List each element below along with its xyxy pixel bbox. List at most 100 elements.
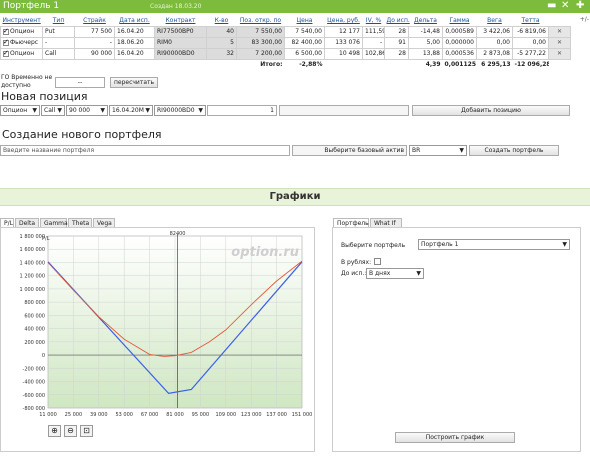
contract-select-value: RI90000BD0 <box>157 107 195 114</box>
chevron-down-icon: ▼ <box>459 147 464 154</box>
row-checkbox[interactable] <box>3 38 9 46</box>
minimize-icon[interactable]: ▬ <box>547 0 556 11</box>
x-tick-label: 25 000 <box>65 412 83 418</box>
instrument-select-value: Опцион <box>3 107 28 114</box>
x-tick-label: 137 000 <box>266 412 287 418</box>
table-row[interactable]: Опцион Put77 50016.04.20RI77500BP0407 550… <box>0 25 571 38</box>
close-window-icon[interactable]: ✕ <box>561 0 569 11</box>
totals-vega: 6 295,13 <box>481 61 511 69</box>
cell-price: 6 500,00 <box>284 47 325 60</box>
table-row[interactable]: Фьючерс--18.06.20RIM0583 300,0082 400,00… <box>0 36 571 49</box>
type-select[interactable]: Call ▼ <box>41 105 65 116</box>
date-select[interactable]: 16.04.20M ▼ <box>109 105 153 116</box>
current-price-label: 82400 <box>170 231 186 237</box>
y-tick-label: 200 000 <box>24 340 45 346</box>
x-tick-label: 81 000 <box>166 412 184 418</box>
column-header[interactable]: Тетта <box>513 15 549 26</box>
column-header[interactable]: К-во <box>207 15 237 26</box>
column-header[interactable]: Дата исп. <box>115 15 155 26</box>
created-date: Создан 18.03.20 <box>150 3 202 10</box>
totals-delta: 4,39 <box>425 61 441 69</box>
y-tick-label: 1 400 000 <box>20 260 45 266</box>
create-portfolio-button[interactable]: Создать портфель <box>469 145 559 156</box>
rub-label: В рублях: <box>341 259 372 266</box>
table-row[interactable]: Опцион Call90 00016.04.20RI90000BD0327 20… <box>0 47 571 60</box>
cell-date: 16.04.20 <box>114 25 155 38</box>
new-portfolio-title: Создание нового портфеля <box>2 128 162 141</box>
column-header[interactable]: Контракт <box>155 15 207 26</box>
cell-instrument-text: Фьючерс <box>10 39 39 46</box>
pl-chart: -800 000-600 000-400 000-200 0000200 000… <box>20 231 313 418</box>
cell-open: 7 200,00 <box>236 47 285 60</box>
column-header[interactable]: Дельта <box>409 15 443 26</box>
charts-section-bar: Графики <box>0 188 590 206</box>
y-tick-label: 1 000 000 <box>20 287 45 293</box>
y-axis-label: P/L <box>42 236 50 242</box>
date-select-value: 16.04.20M <box>112 107 144 114</box>
recalc-button[interactable]: пересчитать <box>110 77 158 88</box>
cell-qty: 5 <box>206 36 237 49</box>
close-icon[interactable]: ✕ <box>548 36 571 49</box>
contract-select[interactable]: RI90000BD0 ▼ <box>154 105 206 116</box>
column-header[interactable]: Страйк <box>75 15 115 26</box>
column-header-spacer <box>549 15 571 26</box>
build-chart-button[interactable]: Построить график <box>395 432 515 443</box>
y-tick-label: 1 200 000 <box>20 274 45 280</box>
column-header[interactable]: Цена, руб. <box>325 15 363 26</box>
add-icon[interactable]: ✚ <box>576 0 584 11</box>
type-select-value: Call <box>44 107 56 114</box>
cell-gamma: 0,000589 <box>442 25 477 38</box>
totals-label: Итого: <box>260 61 283 69</box>
go-value: -- <box>55 77 105 88</box>
column-header[interactable]: Инструмент <box>1 15 43 26</box>
chevron-down-icon: ▼ <box>32 107 37 114</box>
column-header[interactable]: Тип <box>43 15 75 26</box>
cell-iv: - <box>362 36 385 49</box>
column-header[interactable]: Гамма <box>443 15 477 26</box>
close-icon[interactable]: ✕ <box>548 47 571 60</box>
expand-hint[interactable]: +/- <box>580 16 589 23</box>
portfolio-select[interactable]: Портфель 1 ▼ <box>418 239 570 250</box>
cell-date: 18.06.20 <box>114 36 155 49</box>
instrument-select[interactable]: Опцион ▼ <box>0 105 40 116</box>
y-tick-label: 800 000 <box>24 300 45 306</box>
cell-strike: 90 000 <box>74 47 115 60</box>
zoom-fit-icon[interactable]: ⊡ <box>80 425 93 437</box>
column-header[interactable]: IV, % <box>363 15 385 26</box>
column-header[interactable]: До исп. <box>385 15 410 26</box>
strike-select[interactable]: 90 000 ▼ <box>66 105 108 116</box>
cell-theta: -6 819,06 <box>512 25 549 38</box>
y-tick-label: 0 <box>42 353 45 359</box>
close-icon[interactable]: ✕ <box>548 25 571 38</box>
totals-theta: -12 096,28 <box>514 61 549 69</box>
y-tick-label: -600 000 <box>23 393 45 399</box>
watermark: option.ru <box>231 245 299 260</box>
expiry-label: До исп.: <box>341 270 367 277</box>
row-checkbox[interactable] <box>3 27 9 35</box>
cell-price: 82 400,00 <box>284 36 325 49</box>
chevron-down-icon: ▼ <box>198 107 203 114</box>
cell-price_rub: 133 076 <box>324 36 363 49</box>
column-header[interactable]: Вега <box>477 15 513 26</box>
cell-instrument-text: Опцион <box>10 28 35 35</box>
column-header[interactable]: Цена <box>285 15 325 26</box>
portfolio-select-label: Выберите портфель <box>341 242 406 249</box>
x-tick-label: 53 000 <box>115 412 133 418</box>
cell-gamma: 0,000000 <box>442 36 477 49</box>
cell-contract: RI90000BD0 <box>154 47 207 60</box>
zoom-out-icon[interactable]: ⊖ <box>64 425 77 437</box>
column-header[interactable]: Поз. откр. по <box>237 15 285 26</box>
cell-delta: 5,00 <box>408 36 443 49</box>
cell-price_rub: 12 177 <box>324 25 363 38</box>
zoom-in-icon[interactable]: ⊕ <box>48 425 61 437</box>
rub-checkbox[interactable] <box>374 258 381 265</box>
add-position-button[interactable]: Добавить позицию <box>412 105 570 116</box>
portfolio-name-input[interactable]: Введите название портфеля <box>0 145 290 156</box>
row-checkbox[interactable] <box>3 49 9 57</box>
expiry-select[interactable]: В днях ▼ <box>366 268 424 279</box>
cell-vega: 0,00 <box>476 36 513 49</box>
base-asset-select[interactable]: BR ▼ <box>409 145 467 156</box>
cell-days: 28 <box>384 47 409 60</box>
y-tick-label: 1 600 000 <box>20 247 45 253</box>
qty-input[interactable]: 1 <box>207 105 277 116</box>
